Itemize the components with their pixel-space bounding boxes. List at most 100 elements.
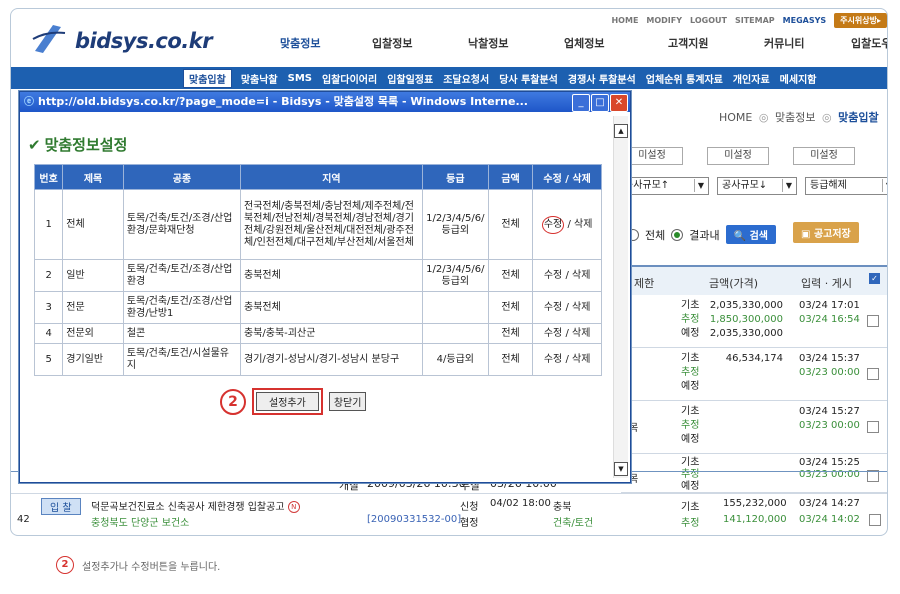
util-megasys[interactable]: MEGASYS [783,16,827,25]
row-grade [421,291,489,324]
unset-buttons: 미설정 미설정 미설정 [621,147,855,165]
edit-button[interactable]: 수정 [544,270,562,281]
bid-region: 충북 [553,502,572,513]
row-title: 일반 [62,259,124,292]
nav-bid-helper[interactable]: 입찰도우미 [851,35,887,51]
edit-button[interactable]: 수정 [544,354,562,365]
post-date: 03/24 16:54 [799,314,860,325]
close-icon[interactable]: ✕ [610,94,628,112]
save-notice-button[interactable]: ▣ 공고저장 [793,222,859,243]
radio-in-results[interactable] [671,228,684,241]
amount-value: 1,850,300,000 [709,314,783,325]
popup-scrollbar[interactable]: ▲ ▼ [613,116,628,478]
radio-in-results-label: 결과내 [689,228,720,242]
row-checkbox[interactable] [867,421,879,433]
contract-type: 협정 [460,518,479,529]
search-button[interactable]: 🔍 검색 [725,225,776,244]
custom-settings-table: 번호 제목 공종 지역 등급 금액 수정 / 삭제 1 전체 토목/건축/토건/… [33,164,602,376]
edit-label: 수정 [543,218,563,230]
result-row[interactable]: 기초 추정 예정 46,534,174 03/24 15:37 03/23 00… [621,348,887,401]
delete-button[interactable]: 삭제 [572,328,590,339]
edit-button[interactable]: 수정 [544,302,562,313]
popup-title-text: 맞춤정보설정 [44,136,128,154]
edit-button[interactable]: 수정 [541,215,565,234]
subnav-bid-diary[interactable]: 입찰다이어리 [317,71,382,86]
popup-window-title: http://old.bidsys.co.kr/?page_mode=i - B… [38,95,528,108]
popup-titlebar[interactable]: ⓔ http://old.bidsys.co.kr/?page_mode=i - … [20,92,630,112]
subnav-ranking-stats[interactable]: 업체순위 통계자료 [641,71,728,86]
edit-button[interactable]: 수정 [544,328,562,339]
bid-title-wrap[interactable]: 덕문곡보건진료소 신축공사 제한경쟁 입찰공고 N [91,498,300,513]
result-row[interactable]: 목 기초 추정 예정 03/24 15:27 03/23 00:00 [621,401,887,454]
row-actions: 수정 / 삭제 [532,323,602,344]
row-region: 경기/경기-성남시/경기-성남시 분당구 [240,343,423,376]
row-types: 철콘 [122,323,242,344]
delete-button[interactable]: 삭제 [574,219,592,230]
amount-label: 추정 [681,420,700,431]
nav-bid-info[interactable]: 입찰정보 [372,35,412,51]
delete-button[interactable]: 삭제 [572,270,590,281]
delete-button[interactable]: 삭제 [572,354,590,365]
results-header: · 제한 금액(가격) 입력 · 게시 ✓ [621,265,887,295]
subnav-sms[interactable]: SMS [283,73,317,84]
minimize-icon[interactable]: _ [572,94,590,112]
subnav-custom-award[interactable]: 맞춤낙찰 [236,71,283,86]
scroll-up-icon[interactable]: ▲ [614,124,628,138]
nav-community[interactable]: 커뮤니티 [764,35,804,51]
subnav-own-analysis[interactable]: 당사 투찰분석 [494,71,563,86]
bid-badge: 입 찰 [41,498,81,515]
amount-label: 예정 [681,434,700,445]
bid-row[interactable]: 42 입 찰 덕문곡보건진료소 신축공사 제한경쟁 입찰공고 N 충청북도 단양… [11,493,887,534]
subnav-messages[interactable]: 메세지함 [775,71,822,86]
table-row: 4 전문외 철콘 충북/충북-괴산군 전체 수정 / 삭제 [33,323,602,344]
nav-company-info[interactable]: 업체정보 [564,35,604,51]
amount-label: 추정 [681,518,700,529]
amount-label: 기초 [681,300,700,311]
row-checkbox[interactable] [867,315,879,327]
select-value: 등급해제 [810,180,847,191]
unset-button[interactable]: 미설정 [707,147,769,165]
subnav-personal[interactable]: 개인자료 [728,71,775,86]
col-region: 지역 [240,164,423,190]
close-window-button[interactable]: 창닫기 [328,392,367,411]
input-date: 03/24 17:01 [799,300,860,311]
subnav-competitor-analysis[interactable]: 경쟁사 투찰분석 [563,71,641,86]
nav-custom-info[interactable]: 맞춤정보 [280,35,320,51]
unset-button[interactable]: 미설정 [793,147,855,165]
row-checkbox[interactable] [869,514,881,526]
row-checkbox[interactable] [867,368,879,380]
apply-label: 신청 [460,502,479,513]
row-grade [421,323,489,344]
col-grade: 등급 [421,164,489,190]
add-setting-button[interactable]: 설정추가 [256,392,319,411]
select-all-checkbox[interactable]: ✓ [869,273,880,284]
subnav-bid-schedule[interactable]: 입찰일정표 [382,71,438,86]
table-header-row: 번호 제목 공종 지역 등급 금액 수정 / 삭제 [33,164,602,190]
util-logout[interactable]: LOGOUT [690,16,727,25]
select-value: 공사규모↓ [722,180,768,191]
result-row[interactable]: 기초 추정 예정 2,035,330,000 1,850,300,000 2,0… [621,295,887,348]
scale-min-select[interactable]: 공사규모↑ ▼ [619,177,709,195]
breadcrumb-home[interactable]: HOME [719,111,752,124]
row-title: 전문외 [62,323,124,344]
logo[interactable]: bidsys.co.kr [31,21,231,57]
amount-value: 2,035,330,000 [709,328,783,339]
row-amount: 전체 [487,323,534,344]
amount-value: 46,534,174 [725,353,783,364]
delete-button[interactable]: 삭제 [572,302,590,313]
scroll-down-icon[interactable]: ▼ [614,462,628,476]
nav-support[interactable]: 고객지원 [668,35,708,51]
subnav-custom-bid[interactable]: 맞춤입찰 [183,68,232,88]
chevron-down-icon: ▼ [882,179,887,192]
subnav-procurement[interactable]: 조달요청서 [438,71,494,86]
util-sitemap[interactable]: SITEMAP [735,16,775,25]
breadcrumb-level1[interactable]: 맞춤정보 [775,111,815,124]
maximize-icon[interactable]: □ [591,94,609,112]
util-pill-button[interactable]: 주시위상방▸ [834,13,887,28]
grade-select[interactable]: 등급해제 ▼ [805,177,887,195]
util-modify[interactable]: MODIFY [646,16,682,25]
nav-award-info[interactable]: 낙찰정보 [468,35,508,51]
util-home[interactable]: HOME [611,16,638,25]
row-actions: 수정 / 삭제 [532,291,602,324]
scale-max-select[interactable]: 공사규모↓ ▼ [717,177,797,195]
